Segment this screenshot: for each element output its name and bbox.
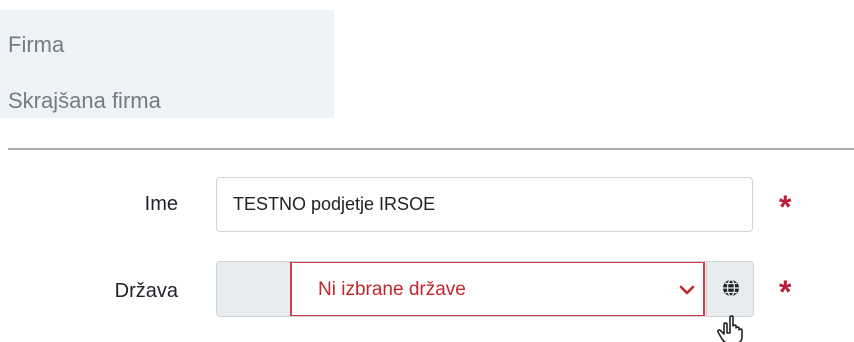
short-firma-label: Skrajšana firma — [8, 88, 161, 113]
chevron-down-icon — [679, 285, 695, 295]
name-input[interactable] — [216, 177, 753, 232]
name-label: Ime — [144, 193, 178, 215]
country-selected-value: Ni izbrane države — [318, 279, 466, 300]
section-divider — [8, 148, 854, 150]
company-summary-panel: Firma Skrajšana firma — [0, 10, 334, 118]
name-required-mark: * — [779, 189, 792, 225]
page: Firma Skrajšana firma Ime * Država Ni iz… — [0, 0, 854, 342]
country-input-group: Ni izbrane države — [216, 261, 754, 317]
country-label: Država — [114, 280, 178, 302]
globe-icon — [723, 279, 739, 297]
firma-label: Firma — [8, 32, 65, 57]
country-globe-button[interactable] — [706, 262, 753, 316]
country-prefix-addon — [217, 262, 289, 316]
country-required-mark: * — [779, 274, 792, 310]
hand-pointer-icon — [717, 315, 743, 342]
country-select[interactable]: Ni izbrane države — [290, 262, 705, 316]
